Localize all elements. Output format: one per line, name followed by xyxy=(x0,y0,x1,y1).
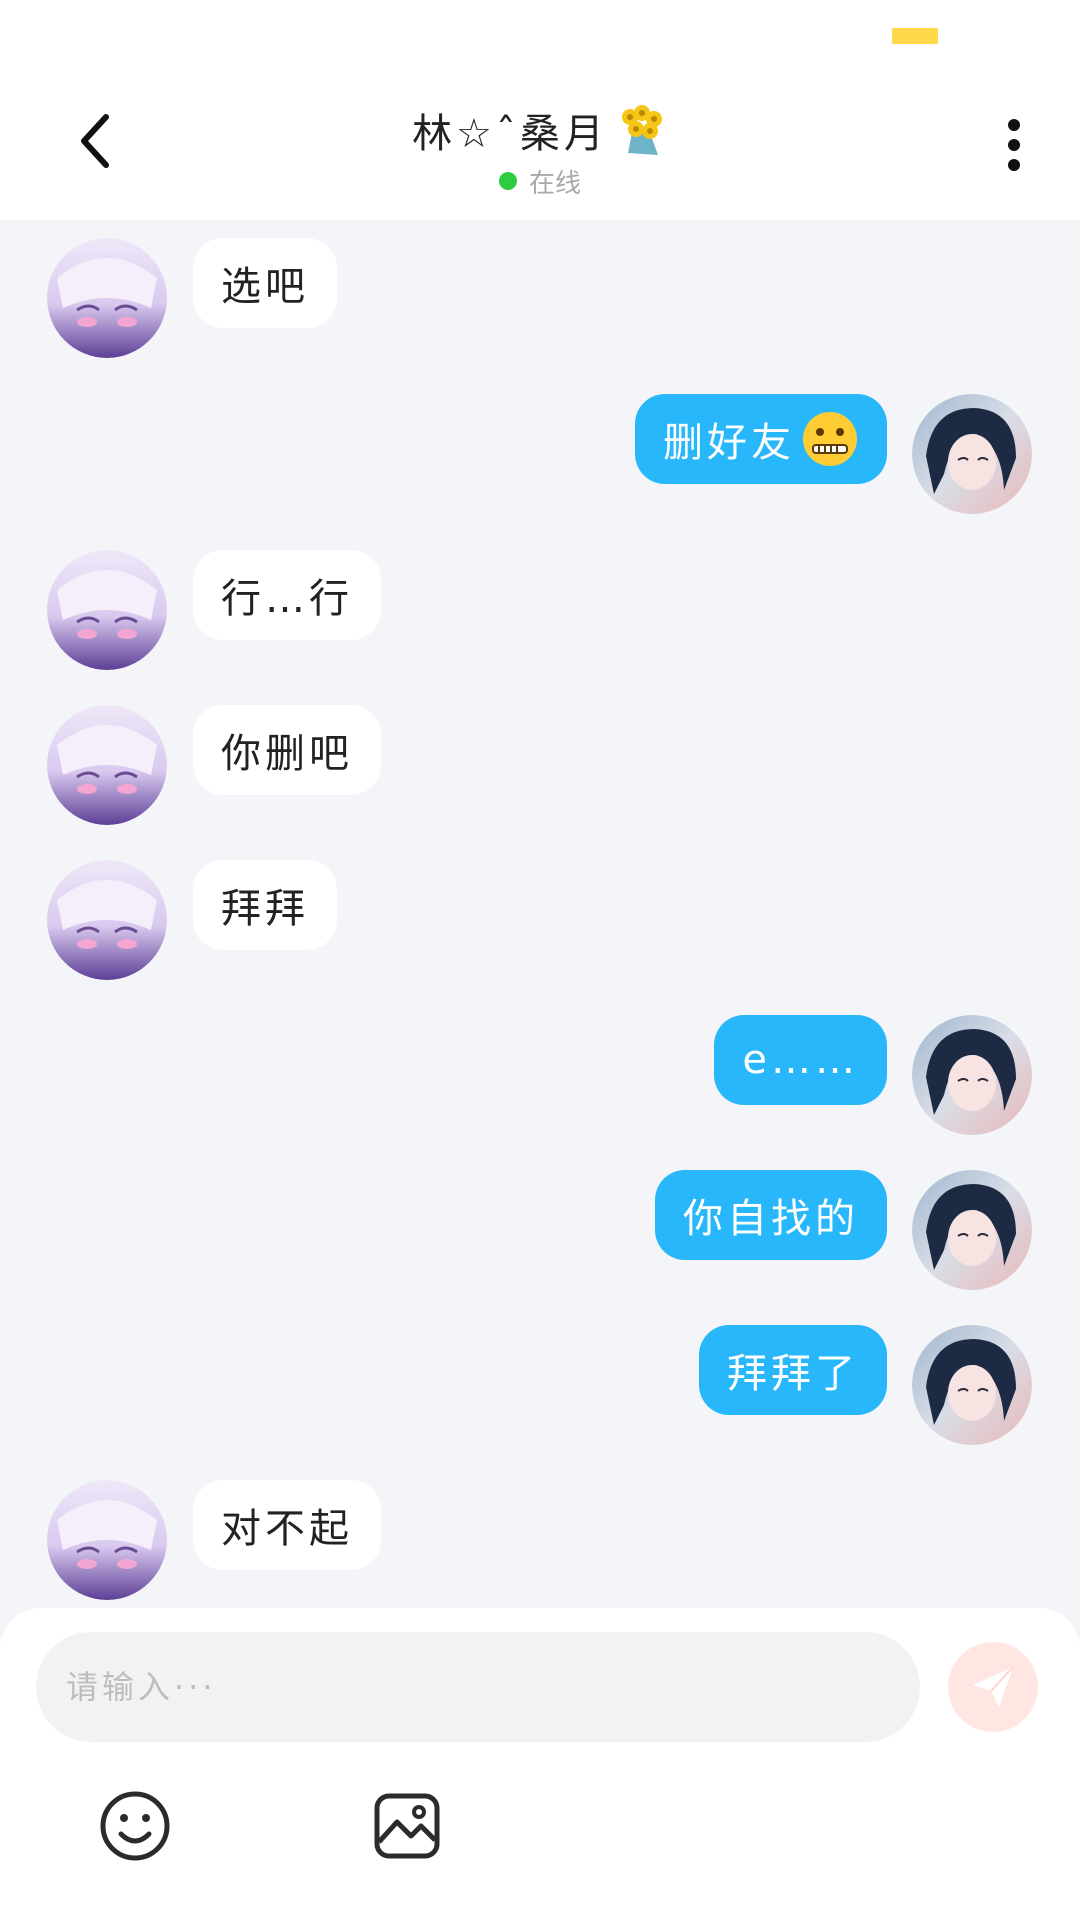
message-row-outgoing: e…… xyxy=(0,1015,1080,1135)
message-row-outgoing: 删好友 xyxy=(0,394,1080,514)
contact-avatar[interactable] xyxy=(47,860,167,980)
chat-title-block: 林☆ˆ桑月 在线 xyxy=(240,100,840,210)
emoji-button[interactable] xyxy=(97,1788,173,1864)
message-text: 删好友 xyxy=(663,420,795,466)
message-bubble[interactable]: 你自找的 xyxy=(655,1170,887,1260)
input-panel xyxy=(0,1608,1080,1920)
message-list[interactable]: 选吧 删好友 行…行 你删吧 拜拜 e…… 你自找的 拜拜了 对不起 xyxy=(0,220,1080,1608)
contact-avatar[interactable] xyxy=(47,238,167,358)
online-indicator xyxy=(498,172,517,190)
flower-bouquet-icon xyxy=(621,105,662,155)
message-bubble[interactable]: 删好友 xyxy=(635,394,887,484)
my-avatar[interactable] xyxy=(912,394,1032,514)
message-row-incoming: 对不起 xyxy=(0,1480,1080,1600)
more-options-button[interactable] xyxy=(985,110,1043,180)
my-avatar[interactable] xyxy=(912,1325,1032,1445)
my-avatar[interactable] xyxy=(912,1015,1032,1135)
send-button[interactable] xyxy=(948,1642,1038,1732)
message-row-incoming: 拜拜 xyxy=(0,860,1080,980)
message-bubble[interactable]: 对不起 xyxy=(193,1480,381,1570)
back-button[interactable] xyxy=(60,105,132,177)
message-bubble[interactable]: 选吧 xyxy=(193,238,337,328)
online-status: 在线 xyxy=(528,168,581,199)
paper-plane-icon xyxy=(973,1666,1014,1707)
chat-header: 林☆ˆ桑月 在线 xyxy=(0,60,1080,220)
battery-indicator xyxy=(892,28,938,44)
message-bubble[interactable]: 拜拜 xyxy=(193,860,337,950)
message-row-incoming: 选吧 xyxy=(0,238,1080,358)
contact-avatar[interactable] xyxy=(47,705,167,825)
contact-name: 林☆ˆ桑月 xyxy=(412,111,608,157)
contact-avatar[interactable] xyxy=(47,1480,167,1600)
contact-avatar[interactable] xyxy=(47,550,167,670)
back-arrow-icon xyxy=(81,114,109,168)
my-avatar[interactable] xyxy=(912,1170,1032,1290)
zipper-mouth-emoji xyxy=(803,412,857,466)
message-input[interactable] xyxy=(36,1632,920,1742)
message-bubble[interactable]: 拜拜了 xyxy=(699,1325,887,1415)
message-row-outgoing: 你自找的 xyxy=(0,1170,1080,1290)
status-bar xyxy=(0,0,1080,60)
message-row-incoming: 行…行 xyxy=(0,550,1080,670)
message-bubble[interactable]: 你删吧 xyxy=(193,705,381,795)
image-button[interactable] xyxy=(369,1788,445,1864)
message-bubble[interactable]: 行…行 xyxy=(193,550,381,640)
message-bubble[interactable]: e…… xyxy=(714,1015,887,1105)
message-row-incoming: 你删吧 xyxy=(0,705,1080,825)
message-row-outgoing: 拜拜了 xyxy=(0,1325,1080,1445)
image-icon xyxy=(374,1793,440,1859)
smiley-icon xyxy=(100,1791,170,1861)
more-vertical-icon xyxy=(1008,119,1020,171)
